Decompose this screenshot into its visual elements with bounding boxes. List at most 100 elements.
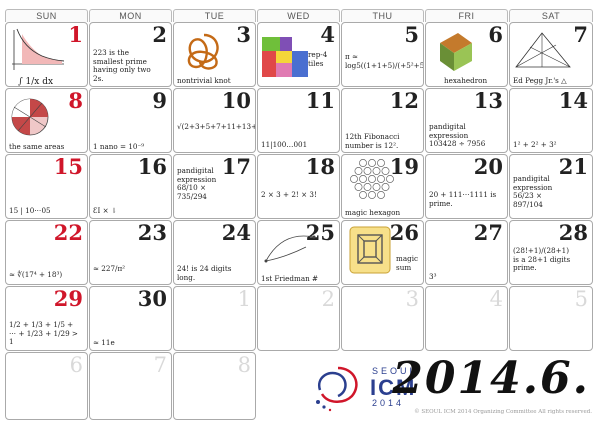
day-cell-1[interactable]: 1 ∫ 1/x dx: [5, 22, 88, 87]
day-number: 2: [152, 22, 167, 47]
hex-dot: [377, 159, 385, 167]
day-cell-7[interactable]: 7 Ed Pegg Jr.'s △: [509, 22, 593, 87]
day-number: 28: [558, 220, 588, 245]
day-cell-22[interactable]: 22 ≈ ∜(17⁴ + 18³): [5, 220, 88, 285]
day-number: 10: [221, 88, 251, 113]
hex-dot: [377, 175, 385, 183]
day-number: 8: [68, 88, 83, 113]
hexahedron-icon: [440, 33, 472, 71]
hex-dot: [363, 183, 372, 191]
day-cell-16[interactable]: 16 ƐI × ⇂: [89, 154, 172, 219]
day-note: 20 + 111⋯1111 is prime.: [429, 190, 497, 208]
day-cell-29[interactable]: 29 1/2 + 1/3 + 1/5 + ⋯ + 1/23 + 1/29 > 1: [5, 286, 88, 351]
day-number: 6: [488, 22, 503, 47]
day-number: 4: [320, 22, 335, 47]
day-number: 8: [237, 353, 251, 377]
hex-dot: [363, 167, 372, 175]
day-number: 5: [404, 22, 419, 47]
hex-dot: [354, 167, 363, 175]
day-cell-23[interactable]: 23 ≈ 227/π²: [89, 220, 172, 285]
day-cell-10[interactable]: 10 √(2+3+5+7+11+13+17+19+23): [173, 88, 256, 153]
day-note: 223 is the smallest prime having only tw…: [93, 48, 151, 83]
magic-hexagon-icon: [350, 159, 394, 199]
day-number: 27: [473, 220, 503, 245]
hex-dot: [381, 183, 390, 191]
day-number: 18: [305, 154, 335, 179]
day-note: π ≈ log5((1+1+5)/(+5²+5³)): [345, 52, 424, 70]
hex-dot: [372, 183, 381, 191]
next-month-cell-2: 2: [257, 286, 340, 351]
day-note: the same areas: [9, 142, 65, 151]
calendar-title: 2014.6.: [392, 353, 590, 404]
day-note: pandigital expression 68/10 × 735/294: [177, 166, 217, 201]
rep-tiles-icon: [262, 37, 308, 77]
hex-dot: [359, 191, 367, 199]
day-cell-12[interactable]: 12 12th Fibonacci number is 12².: [341, 88, 424, 153]
day-number: 30: [137, 286, 167, 311]
day-cell-21[interactable]: 21 pandigital expression 56/23 × 897/104: [509, 154, 593, 219]
day-number: 7: [153, 353, 167, 377]
day-note: magic hexagon: [345, 208, 401, 217]
integral-curve-icon: ∫ 1/x dx: [12, 28, 65, 86]
day-cell-15[interactable]: 15 15 | 10⋯05: [5, 154, 88, 219]
day-cell-18[interactable]: 18 2 × 3 + 2! × 3!: [257, 154, 340, 219]
weekday-thu: THU: [341, 9, 424, 22]
day-cell-28[interactable]: 28 (28!+1)/(28+1) is a 28+1 digits prime…: [509, 220, 593, 285]
day-number: 2: [321, 287, 335, 311]
svg-text:∫ 1/x dx: ∫ 1/x dx: [18, 77, 53, 86]
day-number: 23: [137, 220, 167, 245]
day-cell-14[interactable]: 14 1² + 2² + 3²: [509, 88, 593, 153]
hex-dot: [359, 159, 367, 167]
day-note: 11|100…001: [261, 140, 308, 149]
day-cell-8[interactable]: 8 the same areas: [5, 88, 88, 153]
hex-dot: [368, 175, 376, 183]
day-note: √(2+3+5+7+11+13+17+19+23): [177, 122, 255, 131]
day-cell-9[interactable]: 9 1 nano = 10⁻⁹: [89, 88, 172, 153]
weekday-mon: MON: [89, 9, 172, 22]
day-cell-25[interactable]: 25 1st Friedman #: [257, 220, 340, 285]
day-cell-26[interactable]: 26 magic sum: [341, 220, 424, 285]
next-month-cell-5: 5: [509, 286, 593, 351]
knot-icon: [187, 33, 219, 70]
day-cell-17[interactable]: 17 pandigital expression 68/10 × 735/294: [173, 154, 256, 219]
day-cell-19[interactable]: 19 magic hexagon: [341, 154, 424, 219]
copyright-text: © SEOUL ICM 2014 Organizing Committee Al…: [414, 409, 592, 415]
day-cell-30[interactable]: 30 ≈ 11e: [89, 286, 172, 351]
day-number: 4: [489, 287, 503, 311]
day-number: 13: [473, 88, 503, 113]
day-note: ≈ 227/π²: [93, 264, 126, 273]
day-cell-2[interactable]: 2 223 is the smallest prime having only …: [89, 22, 172, 87]
day-number: 3: [405, 287, 419, 311]
day-number: 7: [573, 22, 588, 47]
day-number: 20: [473, 154, 503, 179]
day-note: 12th Fibonacci number is 12².: [345, 132, 400, 150]
day-number: 11: [305, 88, 335, 113]
day-cell-27[interactable]: 27 3³: [425, 220, 508, 285]
day-cell-11[interactable]: 11 11|100…001: [257, 88, 340, 153]
day-cell-20[interactable]: 20 20 + 111⋯1111 is prime.: [425, 154, 508, 219]
day-note: 3³: [429, 272, 437, 281]
hex-dot: [354, 183, 363, 191]
day-number: 15: [53, 154, 83, 179]
weekday-sat: SAT: [509, 9, 593, 22]
day-cell-5[interactable]: 5 π ≈ log5((1+1+5)/(+5²+5³)): [341, 22, 424, 87]
next-month-cell-7: 7: [89, 352, 172, 420]
weekday-wed: WED: [257, 9, 340, 22]
day-cell-3[interactable]: 3 nontrivial knot: [173, 22, 256, 87]
day-note: ≈ 11e: [93, 338, 115, 347]
weekday-fri: FRI: [425, 9, 508, 22]
day-cell-4[interactable]: 4 rep-4 tiles: [257, 22, 340, 87]
day-number: 1: [237, 287, 251, 311]
day-note: 2 × 3 + 2! × 3!: [261, 190, 317, 199]
triangle-icon: [515, 32, 571, 68]
day-number: 24: [221, 220, 251, 245]
next-month-cell-1: 1: [173, 286, 256, 351]
calendar-grid: SUN MON TUE WED THU FRI SAT 1 ∫ 1/x dx 2…: [5, 9, 594, 354]
day-cell-24[interactable]: 24 24! is 24 digits long.: [173, 220, 256, 285]
circle-areas-icon: [11, 98, 49, 136]
day-note: pandigital expression 56/23 × 897/104: [513, 174, 553, 209]
next-month-cell-4: 4: [425, 286, 508, 351]
day-cell-6[interactable]: 6 hexahedron: [425, 22, 508, 87]
day-note: 1st Friedman #: [261, 274, 319, 283]
day-cell-13[interactable]: 13 pandigital expression 103428 ÷ 7956: [425, 88, 508, 153]
